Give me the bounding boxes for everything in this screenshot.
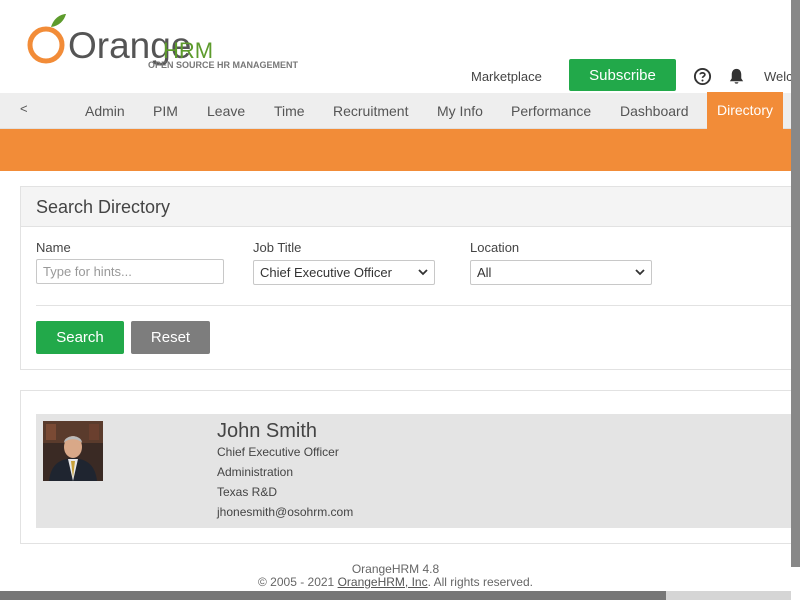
reset-button[interactable]: Reset [131, 321, 210, 354]
footer: OrangeHRM 4.8 © 2005 - 2021 OrangeHRM, I… [0, 563, 791, 589]
welcome-menu[interactable]: Welc [764, 69, 793, 84]
menu-item-admin[interactable]: Admin [75, 93, 135, 129]
employee-name[interactable]: John Smith [217, 420, 317, 443]
company-link[interactable]: OrangeHRM, Inc [338, 575, 428, 589]
search-button[interactable]: Search [36, 321, 124, 354]
help-circle-icon[interactable] [693, 67, 712, 86]
menu-item-pim[interactable]: PIM [143, 93, 188, 129]
orange-banner [0, 129, 800, 171]
employee-card[interactable]: John Smith Chief Executive Officer Admin… [36, 414, 800, 528]
employee-location: Texas R&D [217, 485, 278, 499]
scrollbar-corner [791, 567, 800, 600]
job-title-selected: Chief Executive Officer [260, 265, 392, 280]
header: Orange HRM OPEN SOURCE HR MANAGEMENT Mar… [0, 0, 800, 93]
employee-department: Administration [217, 465, 294, 479]
name-label: Name [36, 240, 71, 255]
employee-photo[interactable] [43, 421, 103, 481]
menu-item-leave[interactable]: Leave [197, 93, 255, 129]
bell-icon[interactable] [727, 67, 746, 86]
main-menu: < Admin PIM Leave Time Recruitment My In… [0, 92, 800, 129]
panel-title: Search Directory [21, 187, 799, 227]
form-divider [36, 305, 800, 306]
chevron-down-icon [635, 269, 645, 276]
menu-item-my-info[interactable]: My Info [427, 93, 493, 129]
orangehrm-logo[interactable]: Orange HRM OPEN SOURCE HR MANAGEMENT [24, 12, 314, 74]
directory-results: John Smith Chief Executive Officer Admin… [20, 390, 800, 544]
marketplace-link[interactable]: Marketplace [471, 69, 542, 84]
menu-item-recruitment[interactable]: Recruitment [323, 93, 418, 129]
footer-copyright: © 2005 - 2021 OrangeHRM, Inc. All rights… [0, 576, 791, 589]
horizontal-scrollbar-track[interactable] [666, 591, 791, 600]
job-title-label: Job Title [253, 240, 302, 255]
employee-email[interactable]: jhonesmith@osohrm.com [217, 505, 353, 519]
name-input[interactable] [36, 259, 224, 284]
location-label: Location [470, 240, 520, 255]
vertical-scrollbar[interactable] [791, 0, 800, 600]
subscribe-button[interactable]: Subscribe [569, 59, 676, 91]
job-title-select[interactable]: Chief Executive Officer [253, 260, 435, 285]
copyright-prefix: © 2005 - 2021 [258, 575, 338, 589]
menu-item-directory[interactable]: Directory [707, 92, 783, 129]
location-selected: All [477, 265, 492, 280]
location-select[interactable]: All [470, 260, 652, 285]
logo-tagline: OPEN SOURCE HR MANAGEMENT [148, 60, 299, 70]
menu-scroll-back-button[interactable]: < [20, 101, 28, 116]
menu-item-performance[interactable]: Performance [501, 93, 601, 129]
chevron-down-icon [418, 269, 428, 276]
menu-item-dashboard[interactable]: Dashboard [610, 93, 699, 129]
search-directory-panel: Search Directory Name Job Title Chief Ex… [20, 186, 800, 370]
menu-item-time[interactable]: Time [264, 93, 315, 129]
employee-job-title: Chief Executive Officer [217, 445, 339, 459]
copyright-suffix: . All rights reserved. [427, 575, 533, 589]
